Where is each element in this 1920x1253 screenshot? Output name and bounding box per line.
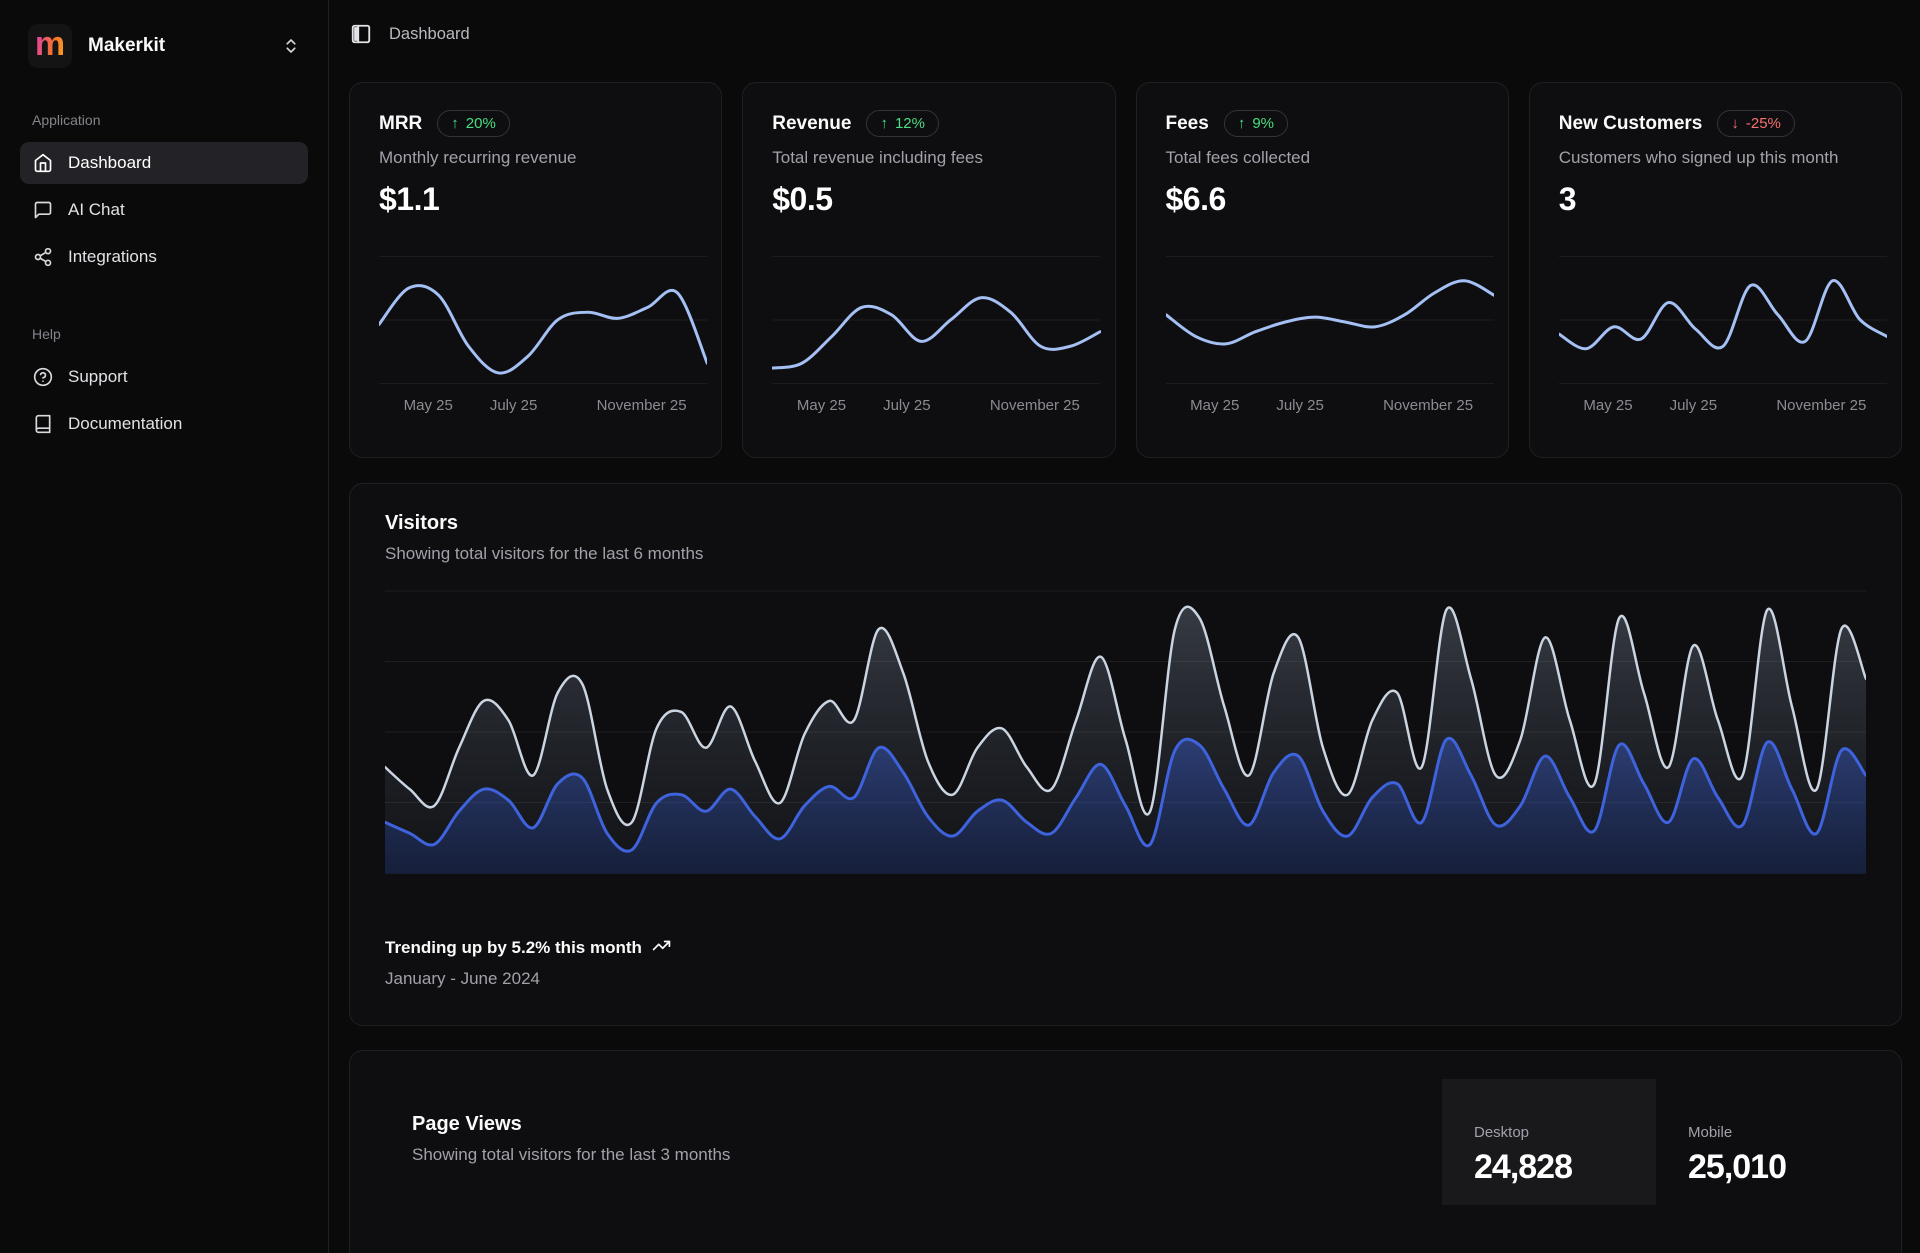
message-square-icon bbox=[33, 200, 53, 220]
sparkline-chart bbox=[379, 255, 707, 385]
axis-tick: November 25 bbox=[990, 397, 1080, 414]
axis-tick: July 25 bbox=[1670, 397, 1718, 414]
page-views-toggles: Desktop 24,828 Mobile 25,010 bbox=[1442, 1079, 1885, 1205]
arrow-up-icon: ↑ bbox=[1238, 115, 1246, 132]
chevrons-up-down-icon[interactable] bbox=[282, 37, 300, 55]
stat-value: 3 bbox=[1559, 181, 1872, 218]
workspace-selector[interactable]: m Makerkit bbox=[20, 22, 308, 70]
sparkline-chart bbox=[772, 255, 1100, 385]
stat-title: Revenue bbox=[772, 113, 851, 135]
axis-tick: May 25 bbox=[404, 397, 453, 414]
stat-subtitle: Monthly recurring revenue bbox=[379, 148, 692, 168]
arrow-up-icon: ↑ bbox=[451, 115, 459, 132]
page-views-card: Page Views Showing total visitors for th… bbox=[349, 1050, 1902, 1253]
sidebar-item-support[interactable]: Support bbox=[20, 356, 308, 398]
makerkit-logo: m bbox=[28, 24, 72, 68]
toggle-label: Desktop bbox=[1474, 1124, 1656, 1141]
stat-value: $1.1 bbox=[379, 181, 692, 218]
axis-tick: May 25 bbox=[1583, 397, 1632, 414]
sidebar-item-ai-chat[interactable]: AI Chat bbox=[20, 189, 308, 231]
logo-letter: m bbox=[35, 27, 65, 61]
topbar: Dashboard bbox=[329, 0, 1920, 68]
stat-card-mrr: MRR ↑20% Monthly recurring revenue $1.1 … bbox=[349, 82, 722, 458]
share-icon bbox=[33, 247, 53, 267]
axis-tick: November 25 bbox=[1776, 397, 1866, 414]
sidebar-toggle-button[interactable] bbox=[350, 23, 372, 45]
home-icon bbox=[33, 153, 53, 173]
book-icon bbox=[33, 414, 53, 434]
stat-title: New Customers bbox=[1559, 113, 1703, 135]
stat-title: MRR bbox=[379, 113, 422, 135]
visitors-footer: Trending up by 5.2% this month January -… bbox=[385, 936, 1866, 989]
sidebar-item-integrations[interactable]: Integrations bbox=[20, 236, 308, 278]
sparkline-axis: May 25 July 25 November 25 bbox=[772, 397, 1100, 417]
visitors-area-chart bbox=[385, 590, 1866, 874]
stat-cards-row: MRR ↑20% Monthly recurring revenue $1.1 … bbox=[349, 82, 1902, 458]
arrow-up-icon: ↑ bbox=[880, 115, 888, 132]
sparkline-axis: May 25 July 25 November 25 bbox=[1166, 397, 1494, 417]
breadcrumb: Dashboard bbox=[389, 25, 470, 44]
axis-tick: May 25 bbox=[797, 397, 846, 414]
sidebar-item-dashboard[interactable]: Dashboard bbox=[20, 142, 308, 184]
toggle-value: 24,828 bbox=[1474, 1148, 1656, 1187]
main-content: Dashboard MRR ↑20% Monthly recurring rev… bbox=[329, 0, 1920, 1253]
sidebar-item-label: AI Chat bbox=[68, 200, 125, 220]
stat-subtitle: Total fees collected bbox=[1166, 148, 1479, 168]
trend-badge: ↑12% bbox=[866, 110, 939, 137]
stat-title: Fees bbox=[1166, 113, 1209, 135]
section-label-application: Application bbox=[32, 112, 296, 128]
trending-up-icon bbox=[652, 936, 671, 960]
sidebar-item-label: Integrations bbox=[68, 247, 157, 267]
brand-name: Makerkit bbox=[88, 35, 266, 57]
stat-value: $6.6 bbox=[1166, 181, 1479, 218]
sidebar-item-label: Support bbox=[68, 367, 128, 387]
toggle-value: 25,010 bbox=[1688, 1148, 1885, 1187]
sidebar-item-label: Documentation bbox=[68, 414, 182, 434]
help-circle-icon bbox=[33, 367, 53, 387]
stat-card-new-customers: New Customers ↓-25% Customers who signed… bbox=[1529, 82, 1902, 458]
axis-tick: November 25 bbox=[597, 397, 687, 414]
axis-tick: July 25 bbox=[883, 397, 931, 414]
toggle-mobile[interactable]: Mobile 25,010 bbox=[1656, 1079, 1885, 1205]
stat-subtitle: Customers who signed up this month bbox=[1559, 148, 1872, 168]
toggle-desktop[interactable]: Desktop 24,828 bbox=[1442, 1079, 1656, 1205]
sparkline-chart bbox=[1166, 255, 1494, 385]
stat-card-revenue: Revenue ↑12% Total revenue including fee… bbox=[742, 82, 1115, 458]
visitors-title: Visitors bbox=[385, 512, 1866, 535]
sidebar-item-label: Dashboard bbox=[68, 153, 151, 173]
axis-tick: July 25 bbox=[490, 397, 538, 414]
axis-tick: May 25 bbox=[1190, 397, 1239, 414]
sidebar: m Makerkit Application Dashboard AI Chat… bbox=[0, 0, 329, 1253]
sparkline-axis: May 25 July 25 November 25 bbox=[1559, 397, 1887, 417]
stat-subtitle: Total revenue including fees bbox=[772, 148, 1085, 168]
visitors-card: Visitors Showing total visitors for the … bbox=[349, 483, 1902, 1026]
axis-tick: November 25 bbox=[1383, 397, 1473, 414]
trend-badge: ↓-25% bbox=[1717, 110, 1795, 137]
toggle-label: Mobile bbox=[1688, 1124, 1885, 1141]
sparkline-chart bbox=[1559, 255, 1887, 385]
section-label-help: Help bbox=[32, 326, 296, 342]
stat-card-fees: Fees ↑9% Total fees collected $6.6 May 2… bbox=[1136, 82, 1509, 458]
trend-badge: ↑20% bbox=[437, 110, 510, 137]
visitors-date-range: January - June 2024 bbox=[385, 969, 1866, 989]
axis-tick: July 25 bbox=[1276, 397, 1324, 414]
arrow-down-icon: ↓ bbox=[1731, 115, 1739, 132]
trend-badge: ↑9% bbox=[1224, 110, 1288, 137]
sidebar-item-documentation[interactable]: Documentation bbox=[20, 403, 308, 445]
sparkline-axis: May 25 July 25 November 25 bbox=[379, 397, 707, 417]
visitors-subtitle: Showing total visitors for the last 6 mo… bbox=[385, 544, 1866, 564]
stat-value: $0.5 bbox=[772, 181, 1085, 218]
trending-text: Trending up by 5.2% this month bbox=[385, 938, 642, 958]
